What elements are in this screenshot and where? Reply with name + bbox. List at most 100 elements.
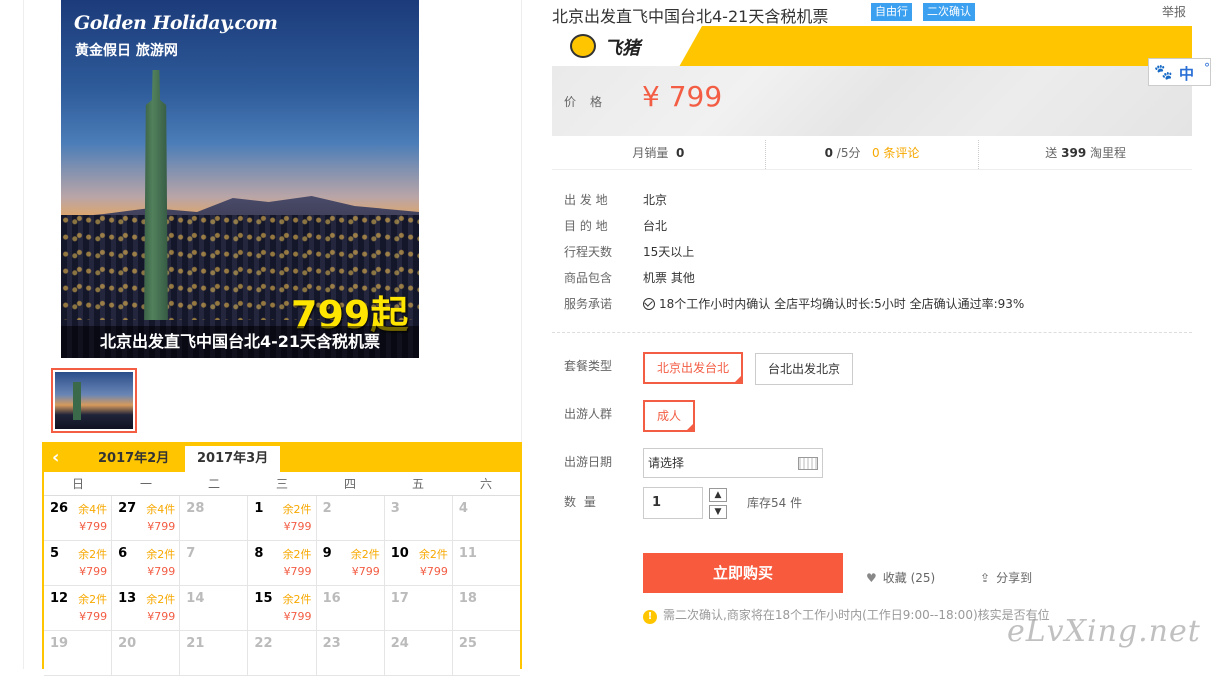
calendar-day-cell[interactable]: 10 余2件 ¥799 xyxy=(384,541,453,586)
calendar-day-cell[interactable]: 5 余2件 ¥799 xyxy=(44,541,113,586)
calendar-day-price: ¥799 xyxy=(351,565,380,578)
group-option-adult[interactable]: 成人 xyxy=(643,400,696,432)
degree-icon: ° xyxy=(1204,61,1210,75)
calendar-day-cell: 25 xyxy=(452,631,520,676)
calendar-day-remaining: 余2件 xyxy=(146,593,176,606)
calendar-day-cell[interactable]: 8 余2件 ¥799 xyxy=(248,541,317,586)
price-label: 价格 xyxy=(564,95,617,109)
calendar-body: 26 余4件 ¥799 27 余4件 ¥799 28 1 余2件 ¥799 2 3 4 5 余2件 ¥799 6… xyxy=(44,496,520,676)
calendar-day-number: 24 xyxy=(390,636,409,651)
calendar-week-row: 12 余2件 ¥799 13 余2件 ¥799 14 15 余2件 ¥799 16 17 18 xyxy=(44,586,520,631)
group-label: 出游人群 xyxy=(564,407,613,421)
calendar-day-cell: 23 xyxy=(316,631,385,676)
calendar-day-remaining: 余2件 xyxy=(78,593,108,606)
calendar-day-cell: 2 xyxy=(316,496,385,541)
hero-caption: 北京出发直飞中国台北4-21天含税机票 xyxy=(61,326,419,358)
paw-icon: 🐾 xyxy=(1154,63,1173,81)
calendar-icon[interactable] xyxy=(798,457,818,470)
calendar-day-price: ¥799 xyxy=(283,610,312,623)
calendar-day-number: 2 xyxy=(322,501,332,516)
calendar-day-price: ¥799 xyxy=(147,610,176,623)
calendar-week-row: 26 余4件 ¥799 27 余4件 ¥799 28 1 余2件 ¥799 2 3 4 xyxy=(44,496,520,541)
mileage: 送 399 淘里程 xyxy=(1045,146,1127,160)
qty-label: 数 量 xyxy=(564,495,598,509)
qty-increase-button[interactable]: ▲ xyxy=(709,488,727,502)
brand-banner: 飞猪 xyxy=(552,26,1192,66)
calendar-day-number: 11 xyxy=(458,546,477,561)
calendar-day-remaining: 余2件 xyxy=(350,548,380,561)
calendar-day-cell: 24 xyxy=(384,631,453,676)
calendar-day-cell[interactable]: 27 余4件 ¥799 xyxy=(112,496,181,541)
calendar-day-remaining: 余2件 xyxy=(282,548,312,561)
calendar-day-cell[interactable]: 1 余2件 ¥799 xyxy=(248,496,317,541)
calendar-day-cell[interactable]: 15 余2件 ¥799 xyxy=(248,586,317,631)
hero-brand-cn: 黄金假日 旅游网 xyxy=(75,43,178,59)
calendar-day-cell: 17 xyxy=(384,586,453,631)
calendar-day-remaining: 余2件 xyxy=(282,593,312,606)
calendar-day-remaining: 余4件 xyxy=(78,503,108,516)
calendar-day-number: 4 xyxy=(458,501,468,516)
report-link[interactable]: 举报 xyxy=(1162,3,1186,20)
package-option-tp-bj[interactable]: 台北出发北京 xyxy=(755,353,854,385)
calendar-day-cell: 14 xyxy=(180,586,249,631)
date-label: 出游日期 xyxy=(564,455,613,469)
calendar-tab-feb[interactable]: 2017年2月 xyxy=(86,446,181,472)
fliggy-logo-icon xyxy=(570,34,596,58)
calendar-day-number: 28 xyxy=(186,501,205,516)
calendar-day-cell[interactable]: 26 余4件 ¥799 xyxy=(44,496,113,541)
calendar-day-price: ¥799 xyxy=(283,520,312,533)
calendar-day-cell[interactable]: 9 余2件 ¥799 xyxy=(316,541,385,586)
calendar-day-price: ¥799 xyxy=(79,565,108,578)
calendar-day-cell[interactable]: 12 余2件 ¥799 xyxy=(44,586,113,631)
hero-brand-logo: Golden Holiday.com xyxy=(74,12,278,34)
calendar-day-number: 9 xyxy=(322,546,332,561)
package-option-bj-tp[interactable]: 北京出发台北 xyxy=(643,352,744,384)
heart-icon: ♥ xyxy=(866,571,877,585)
stock-text: 库存54 件 xyxy=(747,496,803,510)
calendar-day-remaining: 余2件 xyxy=(282,503,312,516)
calendar-day-cell: 28 xyxy=(180,496,249,541)
weekday-label: 五 xyxy=(411,477,424,491)
calendar-day-number: 14 xyxy=(186,591,205,606)
calendar-day-number: 22 xyxy=(254,636,273,651)
calendar-day-number: 3 xyxy=(390,501,400,516)
thumbnail-1[interactable] xyxy=(51,368,137,433)
calendar-day-cell: 19 xyxy=(44,631,113,676)
share-icon: ⇪ xyxy=(980,571,991,585)
calendar-day-price: ¥799 xyxy=(283,565,312,578)
share-button[interactable]: ⇪ 分享到 xyxy=(980,569,1032,586)
quantity-input[interactable]: 1 xyxy=(643,487,703,519)
calendar-day-number: 26 xyxy=(50,501,69,516)
date-input[interactable]: 请选择 xyxy=(643,448,823,478)
calendar-day-price: ¥799 xyxy=(147,565,176,578)
price-value: ¥ 799 xyxy=(642,80,723,113)
weekday-label: 三 xyxy=(275,477,288,491)
thumbnail-image xyxy=(55,372,133,429)
buy-now-button[interactable]: 立即购买 xyxy=(643,553,843,593)
calendar-tab-mar[interactable]: 2017年3月 xyxy=(185,446,281,472)
calendar-day-number: 16 xyxy=(322,591,341,606)
reviews-link[interactable]: 0 条评论 xyxy=(872,146,919,160)
chevron-left-icon[interactable]: ‹ xyxy=(52,447,59,468)
calendar-week-row: 5 余2件 ¥799 6 余2件 ¥799 7 8 余2件 ¥799 9 余2件 ¥799 10 余2件 ¥7… xyxy=(44,541,520,586)
package-label: 套餐类型 xyxy=(564,359,613,373)
product-main-image[interactable]: Golden Holiday.com 黄金假日 旅游网 799起 北京出发直飞中… xyxy=(61,0,419,358)
warning-icon: ! xyxy=(643,610,657,624)
section-divider xyxy=(552,332,1192,333)
calendar-day-cell[interactable]: 13 余2件 ¥799 xyxy=(112,586,181,631)
favorite-button[interactable]: ♥ 收藏 (25) xyxy=(866,569,935,586)
calendar-day-number: 17 xyxy=(390,591,409,606)
ime-toolbar[interactable]: 🐾 中 ° xyxy=(1148,58,1211,86)
confirm-notice: ! 需二次确认,商家将在18个工作小时内(工作日9:00--18:00)核实是否有… xyxy=(643,606,1050,624)
page-left-border xyxy=(23,0,24,669)
weekday-label: 六 xyxy=(479,477,492,491)
calendar-day-cell: 3 xyxy=(384,496,453,541)
check-circle-icon xyxy=(643,298,655,310)
calendar-day-cell: 7 xyxy=(180,541,249,586)
site-watermark: eLvXing.net xyxy=(1007,614,1201,649)
calendar-day-cell[interactable]: 6 余2件 ¥799 xyxy=(112,541,181,586)
weekday-label: 一 xyxy=(139,477,152,491)
qty-decrease-button[interactable]: ▼ xyxy=(709,505,727,519)
calendar-day-number: 20 xyxy=(118,636,137,651)
calendar-day-remaining: 余2件 xyxy=(418,548,448,561)
